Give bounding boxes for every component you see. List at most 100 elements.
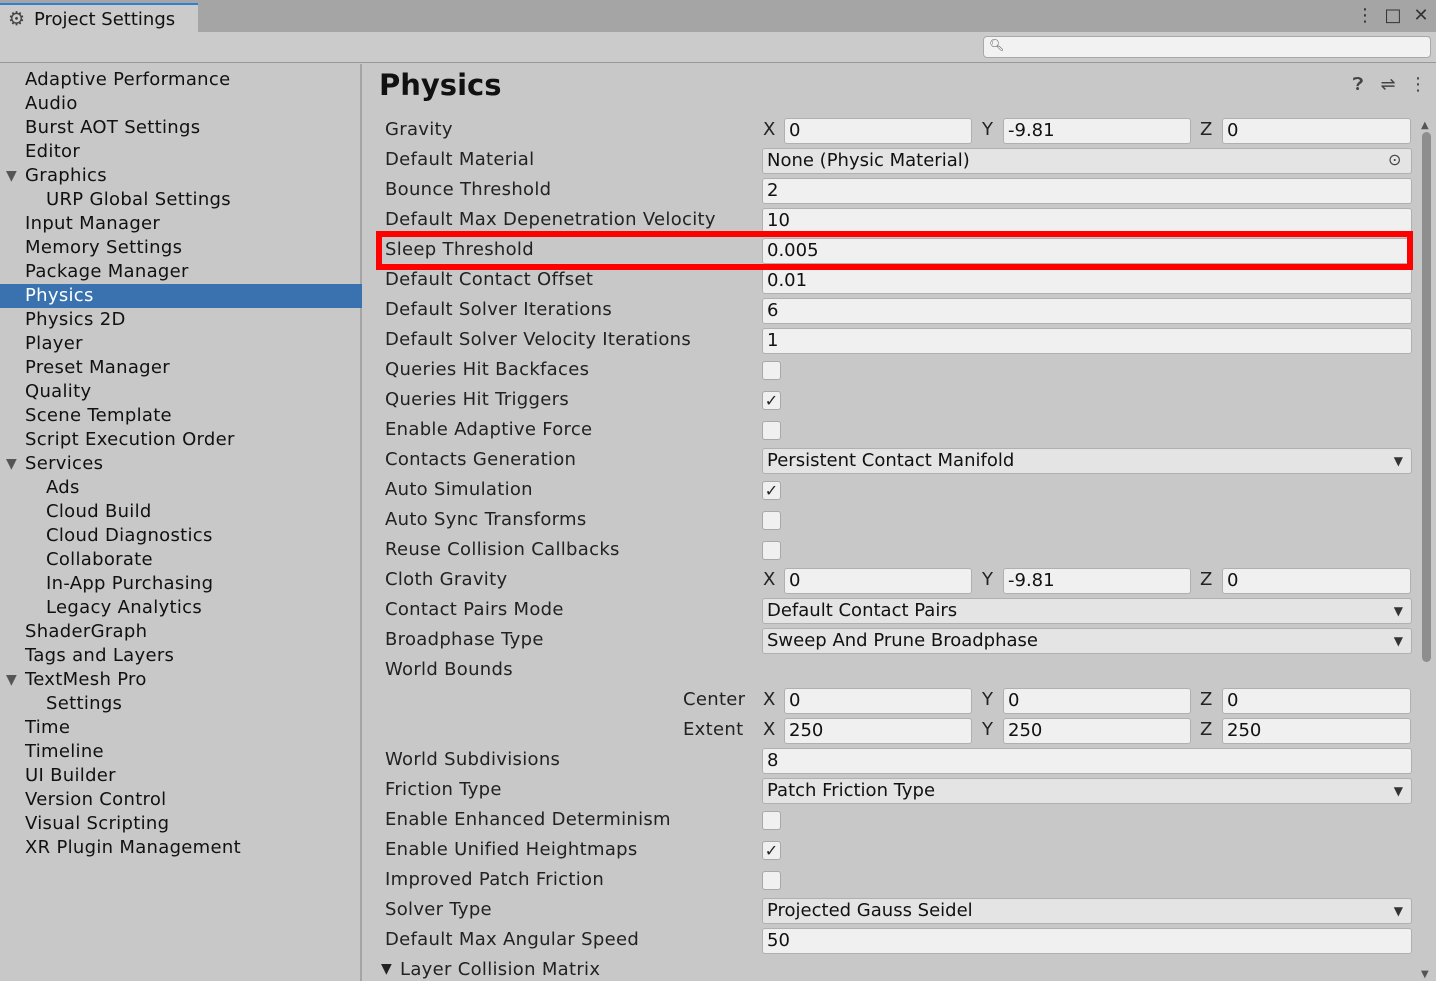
sidebar-item-urp-global-settings[interactable]: URP Global Settings [0,188,362,212]
more-options-icon[interactable]: ⋮ [1356,5,1374,27]
unified-heightmaps-row: Enable Unified Heightmaps ✓ [385,836,1415,866]
expand-triangle-icon[interactable]: ▼ [6,164,17,188]
sleep-threshold-row: Sleep Threshold 0.005 [385,236,1415,266]
search-input[interactable]: 🔍︎ [983,36,1431,58]
sidebar-item-ads[interactable]: Ads [0,476,362,500]
queries-hit-backfaces-checkbox[interactable] [762,361,781,380]
scroll-down-icon[interactable]: ▼ [1421,969,1429,980]
sidebar-item-version-control[interactable]: Version Control [0,788,362,812]
sidebar-item-adaptive-performance[interactable]: Adaptive Performance [0,68,362,92]
world-subdivisions-label: World Subdivisions [385,749,561,770]
broadphase-type-dropdown[interactable]: Sweep And Prune Broadphase ▼ [762,628,1412,654]
sidebar-item-label: Adaptive Performance [25,69,231,90]
help-icon[interactable]: ❓︎ [1348,74,1368,95]
sidebar-item-services[interactable]: ▼ Services [0,452,362,476]
world-bounds-extent-x-field[interactable]: 250 [784,718,972,744]
sidebar-item-player[interactable]: Player [0,332,362,356]
expand-triangle-icon[interactable]: ▼ [6,452,17,476]
sidebar-item-physics[interactable]: Physics [0,284,362,308]
solver-velocity-iterations-field[interactable]: 1 [762,328,1412,354]
sidebar-item-settings[interactable]: Settings [0,692,362,716]
maximize-icon[interactable]: □ [1384,5,1402,27]
contacts-generation-dropdown[interactable]: Persistent Contact Manifold ▼ [762,448,1412,474]
foldout-triangle-icon[interactable]: ▼ [381,961,392,977]
sidebar-item-label: Player [25,333,83,354]
world-bounds-extent-y-field[interactable]: 250 [1003,718,1191,744]
enhanced-determinism-checkbox[interactable] [762,811,781,830]
sidebar-item-package-manager[interactable]: Package Manager [0,260,362,284]
contact-offset-field[interactable]: 0.01 [762,268,1412,294]
solver-type-dropdown[interactable]: Projected Gauss Seidel ▼ [762,898,1412,924]
queries-hit-triggers-label: Queries Hit Triggers [385,389,569,410]
contacts-generation-value: Persistent Contact Manifold [767,450,1015,471]
sidebar-item-burst-aot-settings[interactable]: Burst AOT Settings [0,116,362,140]
world-bounds-extent-row: Extent X 250 Y 250 Z 250 [385,716,1415,746]
friction-type-dropdown[interactable]: Patch Friction Type ▼ [762,778,1412,804]
sidebar-item-audio[interactable]: Audio [0,92,362,116]
sidebar-item-memory-settings[interactable]: Memory Settings [0,236,362,260]
gravity-y-field[interactable]: -9.81 [1003,118,1191,144]
scroll-up-icon[interactable]: ▲ [1421,120,1429,131]
cloth-gravity-x-field[interactable]: 0 [784,568,972,594]
layer-collision-matrix-label[interactable]: Layer Collision Matrix [400,959,600,980]
gravity-x-field[interactable]: 0 [784,118,972,144]
world-bounds-label: World Bounds [385,659,513,680]
world-bounds-center-y-field[interactable]: 0 [1003,688,1191,714]
gravity-z-field[interactable]: 0 [1222,118,1411,144]
sidebar-item-label: TextMesh Pro [25,669,147,690]
cloth-gravity-z-field[interactable]: 0 [1222,568,1411,594]
sidebar-item-input-manager[interactable]: Input Manager [0,212,362,236]
expand-triangle-icon[interactable]: ▼ [6,668,17,692]
sidebar-item-script-execution-order[interactable]: Script Execution Order [0,428,362,452]
queries-hit-triggers-checkbox[interactable]: ✓ [762,391,781,410]
world-bounds-extent-x-axis-label: X [763,719,776,740]
sidebar-item-legacy-analytics[interactable]: Legacy Analytics [0,596,362,620]
sidebar-item-collaborate[interactable]: Collaborate [0,548,362,572]
title-bar: ⚙ Project Settings ⋮ □ ✕ [0,0,1436,33]
sidebar-item-preset-manager[interactable]: Preset Manager [0,356,362,380]
auto-simulation-checkbox[interactable]: ✓ [762,481,781,500]
preset-icon[interactable]: ⇌ [1378,74,1398,95]
contact-pairs-mode-dropdown[interactable]: Default Contact Pairs ▼ [762,598,1412,624]
sidebar-item-shadergraph[interactable]: ShaderGraph [0,620,362,644]
world-bounds-extent-z-field[interactable]: 250 [1222,718,1411,744]
sleep-threshold-field[interactable]: 0.005 [762,238,1412,264]
sidebar-item-quality[interactable]: Quality [0,380,362,404]
sidebar-item-time[interactable]: Time [0,716,362,740]
sidebar-item-cloud-build[interactable]: Cloud Build [0,500,362,524]
vertical-scrollbar[interactable]: ▲ ▼ [1419,120,1433,980]
sidebar-item-editor[interactable]: Editor [0,140,362,164]
sidebar-item-label: Physics [25,285,94,306]
sidebar-item-graphics[interactable]: ▼ Graphics [0,164,362,188]
sidebar-item-xr-plugin-management[interactable]: XR Plugin Management [0,836,362,860]
sidebar-item-textmesh-pro[interactable]: ▼ TextMesh Pro [0,668,362,692]
sidebar-item-in-app-purchasing[interactable]: In-App Purchasing [0,572,362,596]
sidebar-item-timeline[interactable]: Timeline [0,740,362,764]
sidebar-item-physics-2d[interactable]: Physics 2D [0,308,362,332]
scrollbar-thumb[interactable] [1422,132,1431,662]
sidebar-item-ui-builder[interactable]: UI Builder [0,764,362,788]
default-material-field[interactable]: None (Physic Material) [762,148,1412,174]
sidebar-item-tags-and-layers[interactable]: Tags and Layers [0,644,362,668]
enable-adaptive-force-checkbox[interactable] [762,421,781,440]
auto-sync-transforms-checkbox[interactable] [762,511,781,530]
reuse-collision-callbacks-checkbox[interactable] [762,541,781,560]
cloth-gravity-y-field[interactable]: -9.81 [1003,568,1191,594]
max-depenetration-field[interactable]: 10 [762,208,1412,234]
project-settings-tab[interactable]: ⚙ Project Settings [0,3,198,33]
close-icon[interactable]: ✕ [1412,5,1430,27]
solver-iterations-field[interactable]: 6 [762,298,1412,324]
gear-icon: ⚙ [8,8,26,30]
object-picker-icon[interactable]: ⊙ [1388,150,1401,169]
world-subdivisions-field[interactable]: 8 [762,748,1412,774]
improved-patch-friction-checkbox[interactable] [762,871,781,890]
unified-heightmaps-checkbox[interactable]: ✓ [762,841,781,860]
bounce-threshold-field[interactable]: 2 [762,178,1412,204]
world-bounds-center-z-field[interactable]: 0 [1222,688,1411,714]
max-angular-speed-field[interactable]: 50 [762,928,1412,954]
world-bounds-center-x-field[interactable]: 0 [784,688,972,714]
sidebar-item-scene-template[interactable]: Scene Template [0,404,362,428]
more-icon[interactable]: ⋮ [1408,74,1428,95]
sidebar-item-cloud-diagnostics[interactable]: Cloud Diagnostics [0,524,362,548]
sidebar-item-visual-scripting[interactable]: Visual Scripting [0,812,362,836]
